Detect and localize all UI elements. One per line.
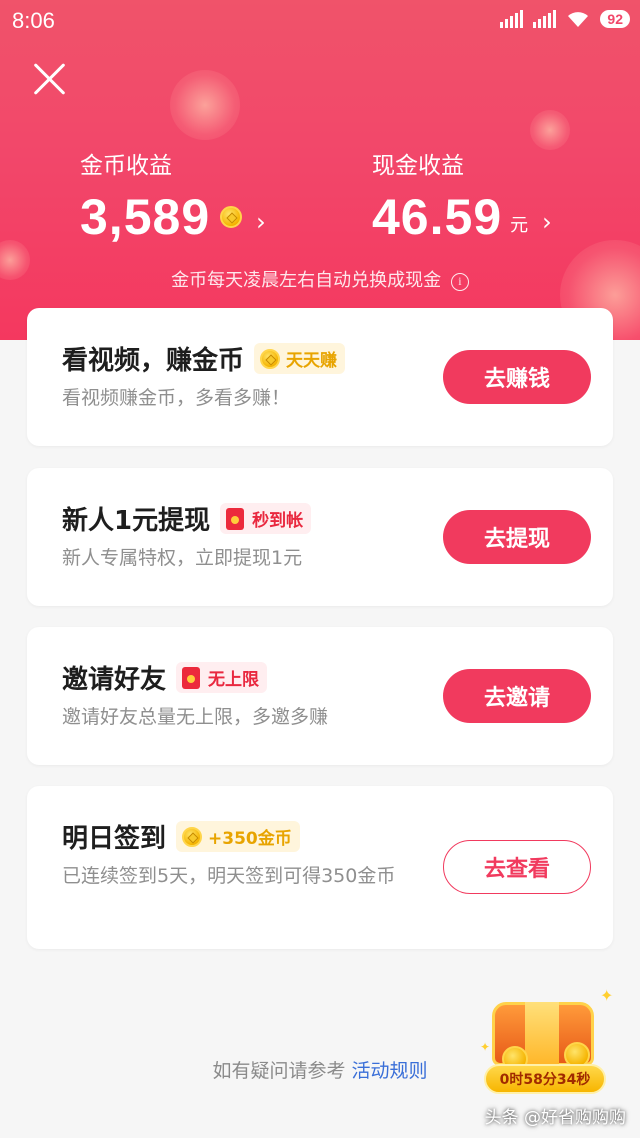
- footer-text: 如有疑问请参考: [212, 1060, 346, 1082]
- coin-icon: [182, 826, 203, 847]
- coin-earnings[interactable]: 金币收益 3,589 ›: [80, 146, 266, 246]
- view-checkin-button[interactable]: 去查看: [443, 840, 591, 894]
- coin-earnings-value: 3,589: [80, 189, 211, 245]
- card-tag-label: 无上限: [208, 670, 260, 690]
- task-card-invite-friends: 邀请好友 无上限 邀请好友总量无上限，多邀多赚 去邀请: [27, 627, 613, 765]
- cash-earnings-label: 现金收益: [372, 153, 464, 179]
- status-bar: 8:06 92: [0, 0, 640, 44]
- invite-button[interactable]: 去邀请: [443, 669, 591, 723]
- red-envelope-icon: [226, 507, 245, 530]
- wifi-icon: [568, 12, 589, 27]
- card-title: 新人1元提现: [62, 506, 211, 536]
- card-tag: +350金币: [176, 821, 300, 852]
- coin-icon: [260, 348, 281, 369]
- chevron-right-icon: ›: [542, 208, 552, 236]
- status-time: 8:06: [12, 8, 55, 33]
- decor-bubble: [530, 110, 570, 150]
- coin-earnings-label: 金币收益: [80, 153, 172, 179]
- info-icon[interactable]: i: [450, 273, 469, 291]
- coin-icon: [220, 206, 243, 228]
- cash-unit: 元: [510, 215, 529, 236]
- watermark: 头条 @好省购购购: [484, 1108, 626, 1128]
- cash-earnings[interactable]: 现金收益 46.59 元 ›: [372, 146, 552, 246]
- card-tag-label: +350金币: [208, 829, 292, 849]
- signal-icon: [500, 10, 524, 28]
- battery-indicator: 92: [600, 10, 630, 28]
- close-icon[interactable]: [32, 62, 66, 96]
- card-description: 看视频赚金币，多看多赚！: [62, 387, 291, 409]
- red-envelope-icon: [182, 666, 201, 689]
- card-tag-label: 秒到帐: [252, 511, 304, 531]
- activity-rules-link[interactable]: 活动规则: [352, 1060, 428, 1082]
- chest-countdown: 0时58分34秒: [484, 1064, 606, 1094]
- task-card-watch-video: 看视频，赚金币 天天赚 看视频赚金币，多看多赚！ 去赚钱: [27, 308, 613, 446]
- cash-earnings-value: 46.59: [372, 189, 503, 245]
- signal-icon: [533, 10, 557, 28]
- card-tag: 秒到帐: [220, 503, 312, 534]
- card-title: 看视频，赚金币: [62, 346, 245, 376]
- status-icons: 92: [500, 10, 630, 28]
- card-tag-label: 天天赚: [286, 351, 338, 371]
- card-title: 明日签到: [62, 824, 167, 854]
- chevron-right-icon: ›: [256, 208, 266, 236]
- card-title: 邀请好友: [62, 665, 167, 695]
- withdraw-button[interactable]: 去提现: [443, 510, 591, 564]
- decor-bubble: [170, 70, 240, 140]
- treasure-chest-widget[interactable]: ✦ ✦ 0时58分34秒: [480, 980, 614, 1100]
- card-description: 已连续签到5天，明天签到可得350金币: [62, 865, 396, 887]
- card-description: 邀请好友总量无上限，多邀多赚: [62, 706, 329, 728]
- sparkle-icon: ✦: [600, 986, 614, 1005]
- card-tag: 天天赚: [254, 343, 346, 374]
- task-card-daily-checkin: 明日签到 +350金币 已连续签到5天，明天签到可得350金币 去查看: [27, 786, 613, 949]
- chest-lock: [525, 1002, 559, 1066]
- earnings-header: 8:06 92 金币收益 3,589 › 现金收益 46.59 元 › 金币每天…: [0, 0, 640, 340]
- earn-money-button[interactable]: 去赚钱: [443, 350, 591, 404]
- card-description: 新人专属特权，立即提现1元: [62, 547, 303, 569]
- exchange-note: 金币每天凌晨左右自动兑换成现金 i: [0, 266, 640, 292]
- exchange-note-text: 金币每天凌晨左右自动兑换成现金: [171, 270, 442, 291]
- sparkle-icon: ✦: [480, 1040, 491, 1054]
- task-card-new-user-withdraw: 新人1元提现 秒到帐 新人专属特权，立即提现1元 去提现: [27, 468, 613, 606]
- card-tag: 无上限: [176, 662, 268, 693]
